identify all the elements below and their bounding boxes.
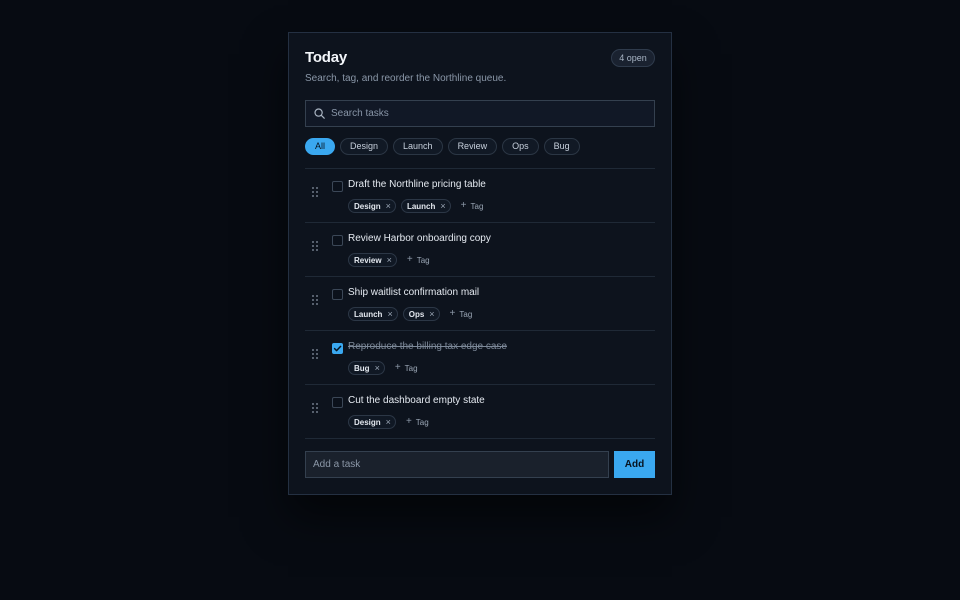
remove-tag-icon[interactable]: × [387, 309, 392, 319]
task-row: Review Harbor onboarding copy Review × + Tag [305, 223, 655, 277]
task-title: Draft the Northline pricing table [348, 179, 486, 190]
tag-pill: Design × [348, 415, 396, 429]
panel-header: Today Search, tag, and reorder the North… [305, 49, 655, 89]
tag-pill: Design × [348, 199, 396, 213]
drag-handle-icon[interactable] [312, 238, 318, 251]
filter-chip-design[interactable]: Design [340, 138, 389, 155]
tag-pill: Launch × [400, 199, 451, 213]
task-title: Reproduce the billing tax edge case [348, 341, 507, 352]
add-task-button[interactable]: Add [614, 451, 655, 478]
task-checkbox[interactable] [332, 289, 343, 300]
tag-label: Bug [354, 363, 370, 373]
add-tag-button[interactable]: + Tag [445, 307, 473, 321]
drag-handle-icon[interactable] [312, 184, 318, 197]
plus-icon: + [449, 308, 456, 319]
task-row: Reproduce the billing tax edge case Bug × +… [305, 331, 655, 385]
tag-label: Design [354, 201, 381, 211]
add-tag-label: Tag [470, 201, 484, 211]
filter-chip-all[interactable]: All [305, 138, 336, 155]
add-tag-label: Tag [459, 309, 473, 319]
add-tag-label: Tag [404, 363, 418, 373]
drag-handle-icon[interactable] [312, 400, 318, 413]
tag-label: Launch [406, 201, 436, 211]
search-input[interactable] [325, 101, 654, 126]
drag-handle-icon[interactable] [312, 346, 318, 359]
remove-tag-icon[interactable]: × [386, 201, 391, 211]
task-checkbox[interactable] [332, 397, 343, 408]
task-row: Ship waitlist confirmation mail Launch × Op… [305, 277, 655, 331]
plus-icon: + [394, 362, 401, 373]
add-tag-button[interactable]: + Tag [456, 199, 484, 213]
open-count-badge: 4 open [611, 49, 655, 67]
tag-pill: Launch × [348, 307, 398, 321]
remove-tag-icon[interactable]: × [386, 417, 391, 427]
tag-label: Launch [354, 309, 383, 319]
page-title: Today [305, 49, 348, 66]
filter-chip-ops[interactable]: Ops [502, 138, 539, 155]
filter-chip-launch[interactable]: Launch [393, 138, 443, 155]
add-tag-label: Tag [416, 255, 430, 265]
task-list: Draft the Northline pricing table Design ×… [305, 168, 655, 439]
add-tag-button[interactable]: + Tag [390, 361, 418, 375]
task-row: Draft the Northline pricing table Design ×… [305, 169, 655, 223]
tag-pill: Ops × [402, 307, 440, 321]
task-checkbox[interactable] [332, 343, 343, 354]
add-task-row: Add [305, 451, 655, 478]
task-checkbox[interactable] [332, 235, 343, 246]
add-tag-button[interactable]: + Tag [401, 415, 429, 429]
task-title: Cut the dashboard empty state [348, 395, 485, 406]
plus-icon: + [405, 416, 412, 427]
remove-tag-icon[interactable]: × [440, 201, 445, 211]
remove-tag-icon[interactable]: × [387, 255, 392, 265]
tag-label: Ops [408, 309, 425, 319]
task-title: Review Harbor onboarding copy [348, 233, 491, 244]
search-box[interactable] [305, 100, 655, 127]
remove-tag-icon[interactable]: × [375, 363, 380, 373]
task-checkbox[interactable] [332, 181, 343, 192]
filter-chip-bug[interactable]: Bug [543, 138, 580, 155]
task-tags: Launch × Ops × + Tag [348, 307, 472, 321]
filter-chips: All Design Launch Review Ops Bug [305, 138, 655, 155]
task-tags: Review × + Tag [348, 253, 430, 267]
tag-pill: Review × [348, 253, 397, 267]
add-tag-button[interactable]: + Tag [402, 253, 430, 267]
task-tags: Design × + Tag [348, 415, 429, 429]
add-task-input[interactable] [305, 451, 609, 478]
filter-chip-review[interactable]: Review [447, 138, 498, 155]
page-subtitle: Search, tag, and reorder the Northline q… [305, 73, 507, 84]
search-icon [314, 108, 325, 119]
task-tags: Design × Launch × + Tag [348, 199, 483, 213]
task-tags: Bug × + Tag [348, 361, 418, 375]
task-row: Cut the dashboard empty state Design × + Tag [305, 385, 655, 439]
plus-icon: + [460, 200, 467, 211]
tag-pill: Bug × [348, 361, 385, 375]
remove-tag-icon[interactable]: × [429, 309, 434, 319]
task-panel: Today Search, tag, and reorder the North… [288, 32, 672, 495]
add-tag-label: Tag [415, 417, 429, 427]
tag-label: Review [354, 255, 382, 265]
task-title: Ship waitlist confirmation mail [348, 287, 480, 298]
drag-handle-icon[interactable] [312, 292, 318, 305]
plus-icon: + [406, 254, 413, 265]
tag-label: Design [354, 417, 381, 427]
